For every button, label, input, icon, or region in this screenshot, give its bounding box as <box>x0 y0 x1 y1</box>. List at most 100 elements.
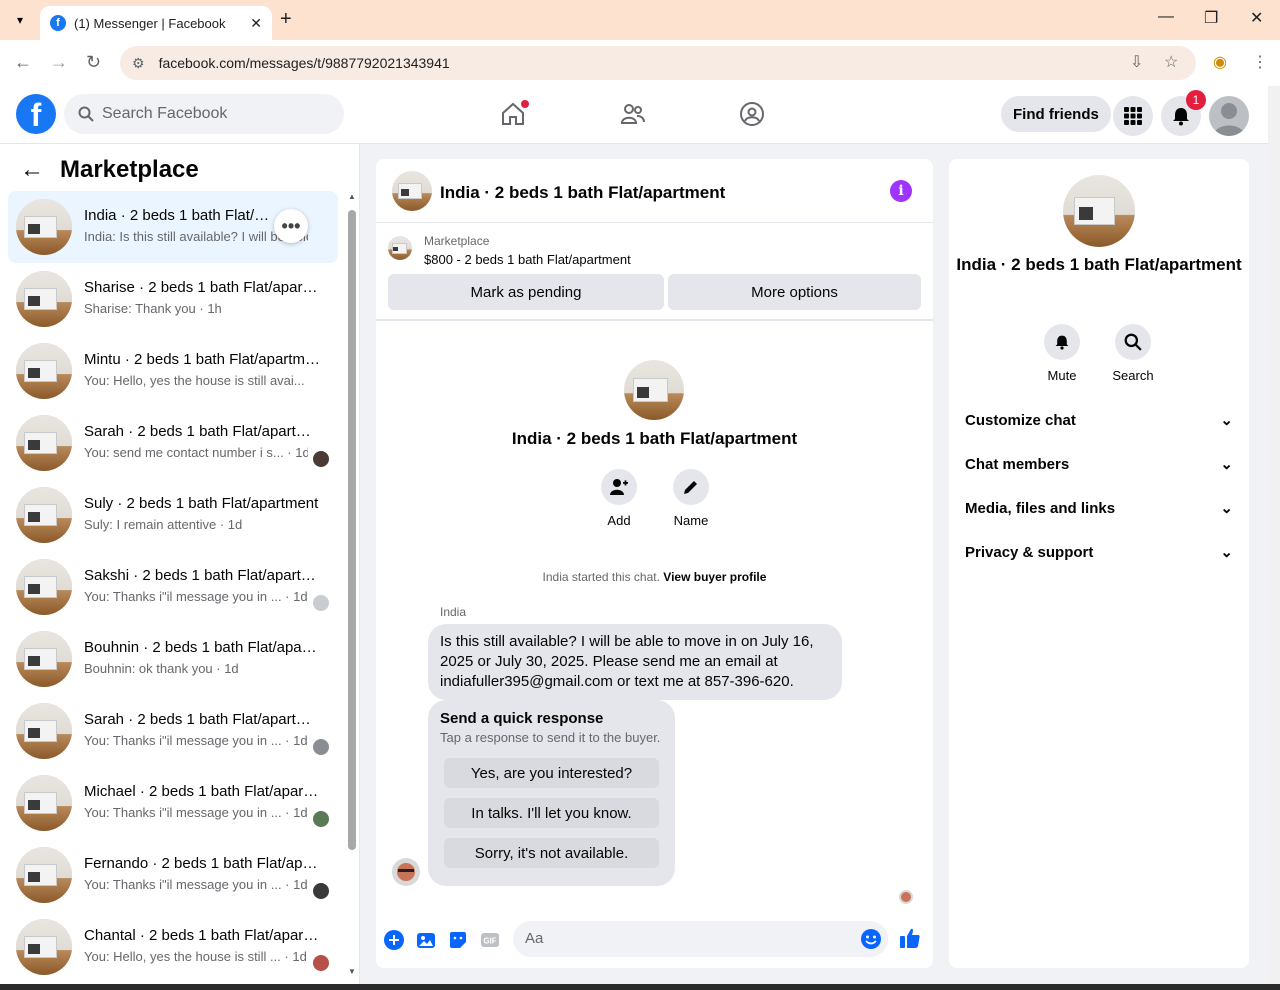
section-label: Customize chat <box>965 411 1076 429</box>
scrollbar-thumb[interactable] <box>348 210 356 850</box>
minimize-icon[interactable]: — <box>1158 8 1174 26</box>
url-text[interactable]: facebook.com/messages/t/9887792021343941 <box>159 55 450 71</box>
search-facebook-input[interactable]: Search Facebook <box>64 94 344 134</box>
seen-avatar <box>313 595 329 611</box>
close-window-icon[interactable]: ✕ <box>1250 8 1263 28</box>
quick-reply-button[interactable]: Sorry, it's not available. <box>444 838 659 868</box>
tab-title: (1) Messenger | Facebook <box>74 15 226 31</box>
conversation-item[interactable]: Sarah · 2 beds 1 bath Flat/apartment You… <box>8 695 338 767</box>
sticker-icon[interactable] <box>447 929 469 951</box>
conversation-preview: You: send me contact number i s... · 1d <box>84 445 308 460</box>
conversation-preview: Bouhnin: ok thank you · 1d <box>84 661 239 676</box>
mark-as-pending-button[interactable]: Mark as pending <box>388 274 664 310</box>
forward-icon[interactable]: → <box>50 52 68 73</box>
find-friends-button[interactable]: Find friends <box>1001 96 1111 132</box>
new-tab-icon[interactable]: + <box>280 8 292 31</box>
conversation-preview: Suly: I remain attentive · 1d <box>84 517 243 532</box>
privacy-support-section[interactable]: Privacy & support ⌄ <box>965 540 1233 564</box>
conversation-scrollbar[interactable]: ▲ ▼ <box>347 192 357 982</box>
info-icon[interactable]: i <box>890 180 912 202</box>
name-action[interactable]: Name <box>661 469 721 528</box>
listing-thumbnail[interactable] <box>388 236 412 260</box>
account-avatar[interactable] <box>1209 96 1249 136</box>
conversation-item[interactable]: Bouhnin · 2 beds 1 bath Flat/apartment B… <box>8 623 338 695</box>
thumbs-up-icon[interactable] <box>899 927 921 949</box>
site-settings-icon[interactable]: ⚙ <box>132 55 145 72</box>
restore-icon[interactable]: ❐ <box>1204 8 1218 28</box>
seen-avatar <box>313 811 329 827</box>
conversation-preview: You: Thanks i"il message you in ... · 1d <box>84 733 308 748</box>
listing-thumbnail <box>16 559 72 615</box>
back-arrow-icon[interactable]: ← <box>20 156 44 184</box>
view-buyer-profile-link[interactable]: View buyer profile <box>663 570 766 584</box>
tab-search-chevron-icon[interactable]: ▾ <box>6 6 34 34</box>
conversation-name: Mintu · 2 beds 1 bath Flat/apartment <box>84 351 320 368</box>
conversation-item[interactable]: India · 2 beds 1 bath Flat/apartment Ind… <box>8 191 338 263</box>
back-icon[interactable]: ← <box>14 52 32 73</box>
more-options-icon[interactable]: ••• <box>274 209 308 243</box>
photo-gallery-icon[interactable] <box>415 929 437 951</box>
search-icon <box>78 106 94 122</box>
chat-members-section[interactable]: Chat members ⌄ <box>965 452 1233 476</box>
browser-tab[interactable]: f (1) Messenger | Facebook ✕ <box>40 6 272 40</box>
quick-reply-button[interactable]: In talks. I'll let you know. <box>444 798 659 828</box>
customize-chat-section[interactable]: Customize chat ⌄ <box>965 408 1233 432</box>
sender-name: India <box>440 605 467 619</box>
listing-thumbnail <box>16 847 72 903</box>
chat-avatar[interactable] <box>392 171 432 211</box>
emoji-icon[interactable] <box>860 928 882 955</box>
pencil-icon[interactable] <box>673 469 709 505</box>
chevron-down-icon: ⌄ <box>1220 500 1233 517</box>
seen-avatar <box>313 955 329 971</box>
groups-icon[interactable] <box>738 100 766 128</box>
conversation-item[interactable]: Fernando · 2 beds 1 bath Flat/apartment … <box>8 839 338 911</box>
add-action[interactable]: Add <box>589 469 649 528</box>
conversation-item[interactable]: Chantal · 2 beds 1 bath Flat/apartment Y… <box>8 911 338 983</box>
seen-avatar <box>313 739 329 755</box>
media-files-links-section[interactable]: Media, files and links ⌄ <box>965 496 1233 520</box>
mute-bell-icon[interactable] <box>1044 324 1080 360</box>
friends-icon[interactable] <box>619 100 647 128</box>
bookmark-star-icon[interactable]: ☆ <box>1164 52 1178 72</box>
section-label: Media, files and links <box>965 499 1116 517</box>
conversation-list: India · 2 beds 1 bath Flat/apartment Ind… <box>8 191 338 983</box>
search-action[interactable]: Search <box>1103 324 1163 383</box>
omnibox[interactable]: ⚙ facebook.com/messages/t/98877920213439… <box>120 46 1196 80</box>
more-options-button[interactable]: More options <box>668 274 921 310</box>
conversation-name: Sharise · 2 beds 1 bath Flat/apartment <box>84 279 320 296</box>
gif-icon[interactable]: GIF <box>479 929 501 951</box>
chat-title[interactable]: India · 2 beds 1 bath Flat/apartment <box>440 183 725 203</box>
mute-action[interactable]: Mute <box>1032 324 1092 383</box>
menu-grid-icon[interactable] <box>1113 96 1153 136</box>
seen-avatar <box>313 883 329 899</box>
sender-avatar[interactable] <box>392 858 420 886</box>
conversation-item[interactable]: Mintu · 2 beds 1 bath Flat/apartment You… <box>8 335 338 407</box>
quick-reply-button[interactable]: Yes, are you interested? <box>444 758 659 788</box>
browser-tab-bar: ▾ f (1) Messenger | Facebook ✕ + — ❐ ✕ <box>0 0 1280 40</box>
search-icon[interactable] <box>1115 324 1151 360</box>
conversation-preview: You: Hello, yes the house is still ... ·… <box>84 949 307 964</box>
message-composer: GIF Aa <box>376 919 933 968</box>
message-bubble[interactable]: Is this still available? I will be able … <box>428 624 842 700</box>
conversation-item[interactable]: Sharise · 2 beds 1 bath Flat/apartment S… <box>8 263 338 335</box>
profile-avatar <box>624 360 684 420</box>
reload-icon[interactable]: ↻ <box>86 52 101 73</box>
browser-menu-icon[interactable]: ⋮ <box>1252 52 1268 72</box>
listing-price[interactable]: $800 - 2 beds 1 bath Flat/apartment <box>424 252 631 267</box>
page-scrollbar[interactable] <box>1268 86 1280 990</box>
conversation-item[interactable]: Sakshi · 2 beds 1 bath Flat/apartment Yo… <box>8 551 338 623</box>
add-person-icon[interactable] <box>601 469 637 505</box>
search-label: Search <box>1112 368 1154 383</box>
message-input[interactable]: Aa <box>513 921 888 957</box>
facebook-logo-icon[interactable]: f <box>16 94 56 134</box>
marketplace-conversation-panel: ← Marketplace India · 2 beds 1 bath Flat… <box>0 144 360 990</box>
conversation-item[interactable]: Suly · 2 beds 1 bath Flat/apartment Suly… <box>8 479 338 551</box>
profile-icon[interactable]: ◉ <box>1213 52 1227 72</box>
conversation-name: Suly · 2 beds 1 bath Flat/apartment <box>84 495 319 512</box>
close-tab-icon[interactable]: ✕ <box>250 15 262 32</box>
conversation-item[interactable]: Sarah · 2 beds 1 bath Flat/apartment You… <box>8 407 338 479</box>
install-app-icon[interactable]: ⇩ <box>1130 52 1143 72</box>
panel-header: ← Marketplace <box>20 156 199 184</box>
plus-circle-icon[interactable] <box>383 929 405 951</box>
conversation-item[interactable]: Michael · 2 beds 1 bath Flat/apartment Y… <box>8 767 338 839</box>
